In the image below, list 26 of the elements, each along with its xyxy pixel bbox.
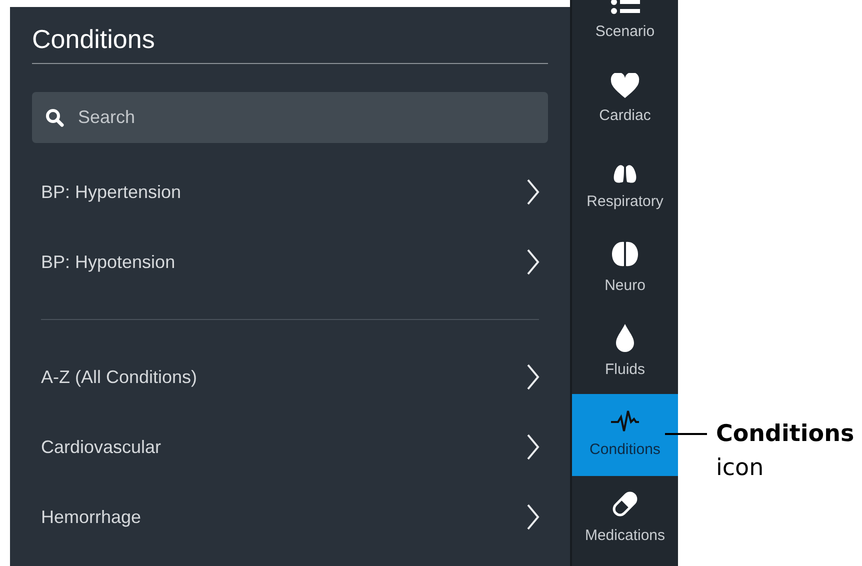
condition-item[interactable]: Hemorrhage xyxy=(10,482,570,552)
sidebar-tab[interactable]: Neuro xyxy=(572,226,678,310)
chevron-right-icon xyxy=(526,249,540,275)
sidebar-tab[interactable]: Conditions xyxy=(572,394,678,476)
sidebar-tab[interactable]: Scenario xyxy=(572,0,678,58)
condition-item[interactable]: BP: Hypotension xyxy=(10,227,570,297)
leader-line xyxy=(665,433,707,435)
chevron-right-icon xyxy=(526,434,540,460)
chevron-right-icon xyxy=(526,364,540,390)
pulse-icon xyxy=(610,408,640,433)
condition-item[interactable]: Cardiovascular xyxy=(10,412,570,482)
heart-icon xyxy=(610,72,640,99)
callout-title: Conditions xyxy=(716,420,854,449)
search-icon xyxy=(45,108,65,128)
drop-icon xyxy=(614,322,636,353)
sidebar-tab[interactable]: Respiratory xyxy=(572,142,678,226)
condition-item[interactable]: BP: Hypertension xyxy=(10,157,570,227)
sidebar-tab[interactable]: Fluids xyxy=(572,310,678,394)
chevron-right-icon xyxy=(526,179,540,205)
chevron-right-icon xyxy=(526,504,540,530)
condition-item[interactable]: A-Z (All Conditions) xyxy=(10,342,570,412)
callout-text: icon xyxy=(716,454,765,483)
sidebar-tab[interactable]: Medications xyxy=(572,476,678,560)
panel-title: Conditions xyxy=(32,23,156,55)
sidebar-tab[interactable]: Cardiac xyxy=(572,58,678,142)
search-field[interactable]: Search xyxy=(32,92,548,143)
